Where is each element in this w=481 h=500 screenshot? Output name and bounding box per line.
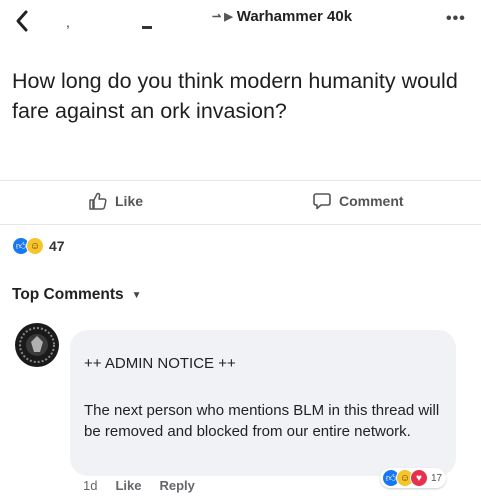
comment-reactions[interactable]: 👍︎ ☺ ♥ 17 [380, 468, 447, 488]
comment-button[interactable]: Comment [312, 191, 404, 211]
comment-body: The next person who mentions BLM in this… [84, 402, 440, 440]
status-dash [142, 26, 152, 29]
comment-reaction-count: 17 [431, 472, 443, 484]
share-arrow-icon: ⇀ ▶ [212, 11, 233, 23]
like-button[interactable]: Like [88, 191, 143, 211]
comment-actions: 1d Like Reply [83, 478, 195, 493]
comment-time: 1d [83, 478, 98, 493]
haha-reaction-icon: ☺ [26, 237, 44, 255]
comments-sort-dropdown[interactable]: Top Comments ▼ [12, 286, 142, 304]
chevron-left-icon [16, 10, 28, 32]
status-mark: , [66, 14, 70, 30]
group-name[interactable]: Warhammer 40k [237, 8, 352, 25]
divider [0, 180, 481, 181]
comment-reply-link[interactable]: Reply [159, 478, 194, 493]
comment-label: Comment [339, 193, 404, 209]
comment-bubble-icon [313, 193, 331, 210]
love-reaction-icon: ♥ [410, 469, 428, 487]
reaction-count: 47 [49, 238, 65, 254]
comment-title: ++ ADMIN NOTICE ++ [84, 355, 236, 372]
comments-sort-label: Top Comments [12, 286, 124, 303]
breadcrumb[interactable]: ⇀ ▶ Warhammer 40k [212, 8, 352, 25]
chevron-down-icon: ▼ [131, 289, 142, 301]
thumbs-up-icon [89, 192, 107, 210]
comment-like-link[interactable]: Like [115, 478, 141, 493]
like-label: Like [115, 193, 144, 209]
post-reactions[interactable]: 👍︎ ☺ 47 [12, 237, 65, 255]
avatar[interactable] [14, 322, 60, 368]
more-options-icon[interactable]: ••• [446, 10, 466, 28]
back-button[interactable] [12, 8, 34, 34]
post-text: How long do you think modern humanity wo… [12, 69, 458, 123]
divider [0, 224, 481, 225]
